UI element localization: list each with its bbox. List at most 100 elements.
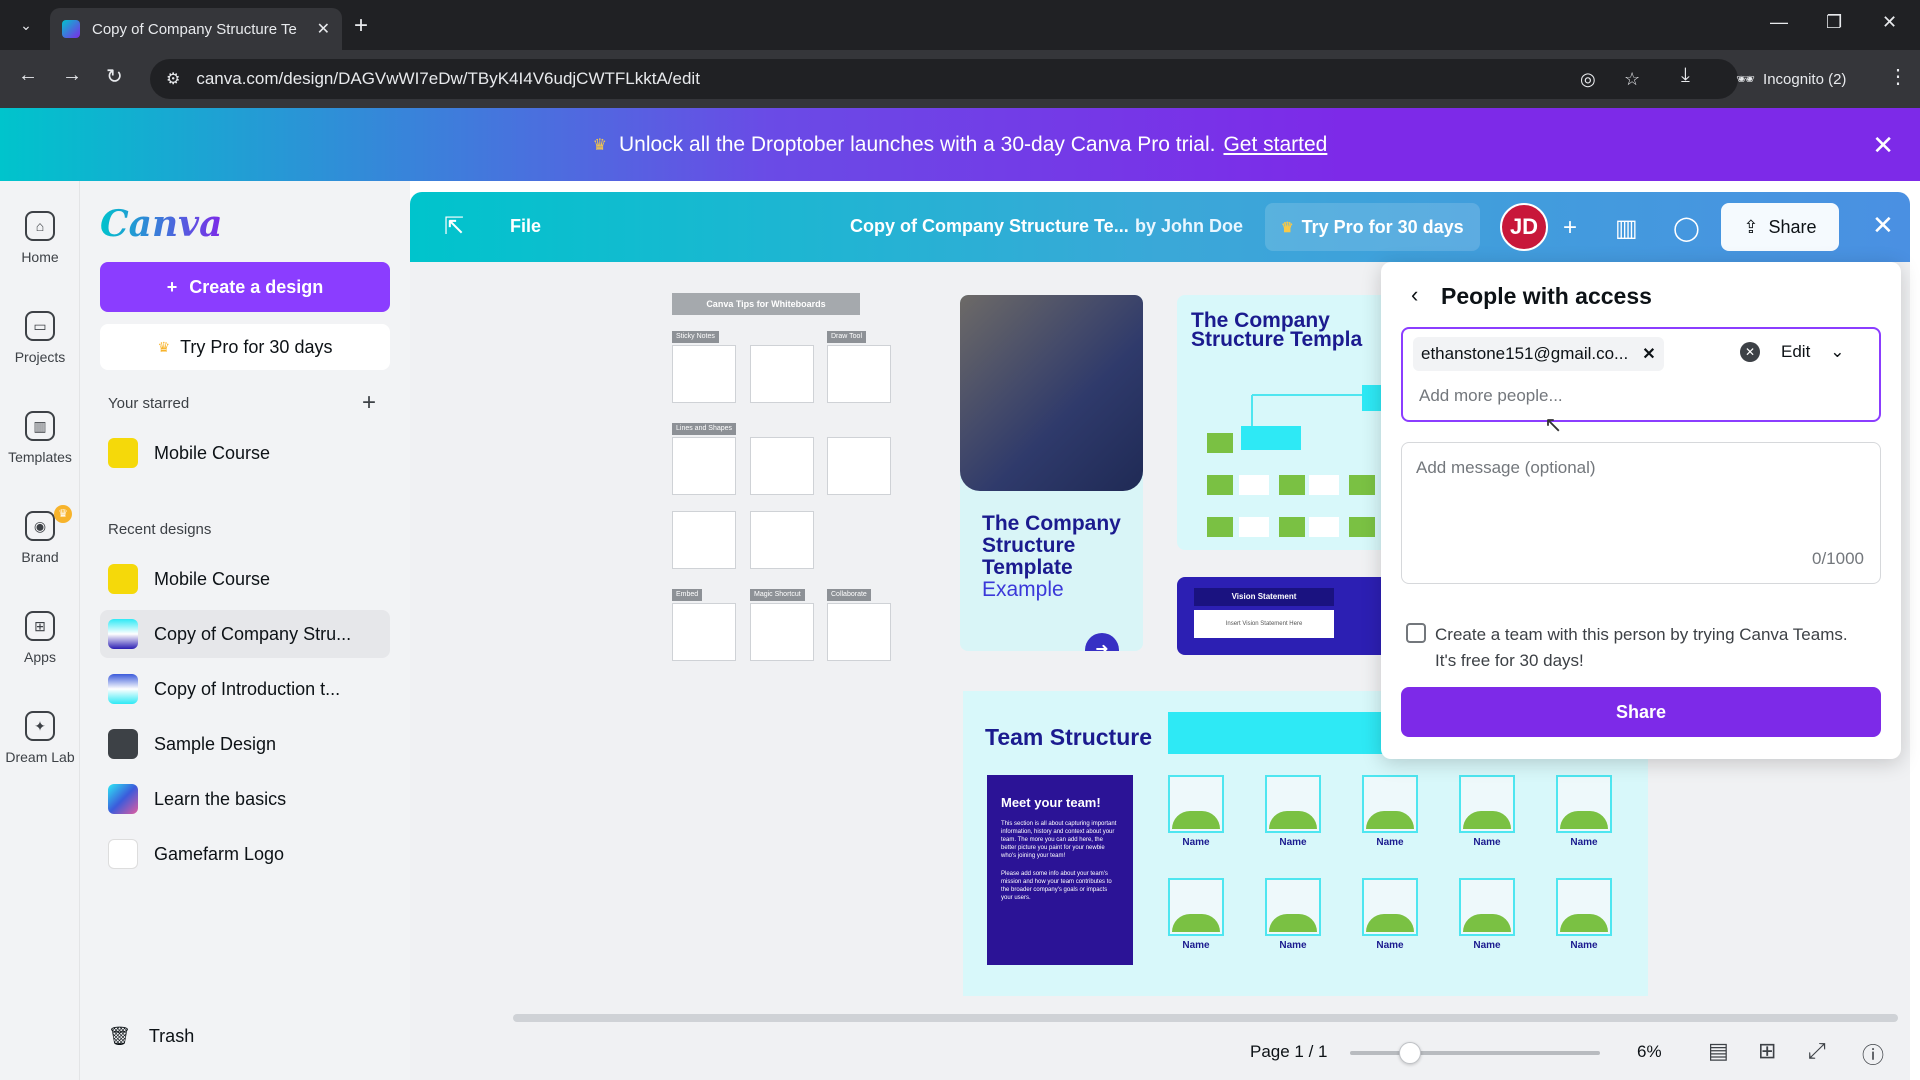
cover-title-text: The Company Structure Template	[982, 512, 1121, 579]
item-label: Sample Design	[154, 733, 277, 754]
member-photo	[1556, 878, 1612, 936]
window-close-icon[interactable]: ✕	[1882, 12, 1897, 33]
templates-icon: ▥	[25, 411, 55, 441]
file-menu[interactable]: File	[510, 216, 541, 237]
design-thumbnail	[108, 839, 138, 869]
message-textarea[interactable]: Add message (optional) 0/1000	[1401, 442, 1881, 584]
add-people-input[interactable]: Add more people...	[1419, 386, 1563, 406]
invitee-email: ethanstone151@gmail.co...	[1421, 344, 1629, 363]
page-indicator[interactable]: Page 1 / 1	[1250, 1042, 1328, 1062]
new-tab-icon[interactable]: +	[354, 12, 368, 40]
insights-icon[interactable]: ▥	[1615, 214, 1638, 243]
notes-icon[interactable]: ▤	[1708, 1038, 1729, 1064]
share-button[interactable]: ⇪ Share	[1721, 203, 1839, 251]
download-icon[interactable]: ⤓	[1681, 64, 1690, 87]
recent-item[interactable]: Sample Design	[100, 720, 390, 768]
try-pro-topbar-button[interactable]: ♛ Try Pro for 30 days	[1265, 203, 1480, 251]
back-icon[interactable]: ←	[18, 64, 38, 87]
permission-dropdown[interactable]: Edit ⌄	[1781, 342, 1845, 362]
invitee-chip[interactable]: ethanstone151@gmail.co... ✕	[1413, 337, 1664, 371]
create-team-text: Create a team with this person by trying…	[1435, 625, 1848, 670]
sidebar: Canva + Create a design ♛ Try Pro for 30…	[80, 181, 410, 1080]
browser-menu-icon[interactable]: ⋮	[1888, 64, 1908, 89]
open-external-icon[interactable]: ⇱	[444, 212, 464, 241]
starred-heading: Your starred	[108, 395, 190, 412]
item-label: Mobile Course	[154, 442, 271, 463]
reload-icon[interactable]: ↻	[106, 64, 123, 89]
starred-item[interactable]: Mobile Course	[100, 429, 390, 477]
chevron-down-icon: ⌄	[1830, 342, 1845, 361]
recent-heading: Recent designs	[108, 521, 212, 538]
canva-logo[interactable]: Canva	[100, 203, 222, 245]
rail-apps[interactable]: ⊞ Apps	[0, 611, 80, 665]
browser-tab[interactable]: Copy of Company Structure Te ✕	[50, 8, 342, 50]
cover-card[interactable]: The Company Structure Template Example ➜	[960, 295, 1143, 651]
team-photo	[960, 295, 1143, 491]
browser-tab-bar: ⌄ Copy of Company Structure Te ✕ + — ❐ ✕	[0, 0, 1920, 50]
add-starred-icon[interactable]: +	[362, 389, 376, 417]
create-design-button[interactable]: + Create a design	[100, 262, 390, 312]
restore-icon[interactable]: ❐	[1826, 12, 1842, 33]
member-name: Name	[1376, 837, 1404, 848]
crown-icon: ♛	[1281, 218, 1294, 235]
member-name: Name	[1279, 940, 1307, 951]
grid-view-icon[interactable]: ⊞	[1758, 1038, 1776, 1064]
rail-templates[interactable]: ▥ Templates	[0, 411, 80, 465]
remove-invitee-icon[interactable]: ✕	[1642, 344, 1655, 364]
site-info-icon[interactable]: ⚙	[166, 69, 180, 89]
editor-topbar: ⇱ File Copy of Company Structure Te... b…	[410, 192, 1910, 262]
tab-search-dropdown[interactable]: ⌄	[8, 9, 44, 41]
rail-home[interactable]: ⌂ Home	[0, 211, 80, 265]
recent-item[interactable]: Gamefarm Logo	[100, 830, 390, 878]
banner-close-icon[interactable]: ✕	[1872, 130, 1894, 161]
comment-icon[interactable]: ◯	[1673, 214, 1700, 243]
recent-item[interactable]: Learn the basics	[100, 775, 390, 823]
char-counter: 0/1000	[1812, 549, 1864, 568]
crown-icon: ♛	[592, 136, 607, 154]
forward-icon[interactable]: →	[62, 64, 82, 87]
back-chevron-icon[interactable]: ‹	[1411, 282, 1418, 308]
help-icon[interactable]: ⓘ	[1862, 1038, 1884, 1070]
member-name: Name	[1279, 837, 1307, 848]
incognito-indicator[interactable]: 🕶 Incognito (2)	[1724, 59, 1866, 99]
share-submit-button[interactable]: Share	[1401, 687, 1881, 737]
recent-item-active[interactable]: Copy of Company Stru...	[100, 610, 390, 658]
horizontal-scrollbar[interactable]	[513, 1014, 1898, 1022]
bookmark-star-icon[interactable]: ☆	[1624, 69, 1640, 90]
avatar[interactable]: JD	[1500, 203, 1548, 251]
browser-toolbar: ← → ↻ ⚙ canva.com/design/DAGVwWI7eDw/TBy…	[0, 50, 1920, 108]
zoom-level[interactable]: 6%	[1637, 1042, 1662, 1062]
vision-body: Insert Vision Statement Here	[1194, 610, 1334, 638]
eye-off-icon[interactable]: ◎	[1580, 69, 1596, 90]
zoom-slider[interactable]	[1350, 1042, 1600, 1064]
tips-label: Draw Tool	[827, 331, 866, 343]
tab-title: Copy of Company Structure Te	[92, 20, 297, 38]
recent-item[interactable]: Copy of Introduction t...	[100, 665, 390, 713]
rail-dream-lab[interactable]: ✦ Dream Lab	[0, 711, 80, 765]
clear-all-icon[interactable]: ✕	[1740, 342, 1760, 362]
recent-item[interactable]: Mobile Course	[100, 555, 390, 603]
mouse-cursor-icon: ↖	[1544, 412, 1563, 437]
landscape-icon	[1366, 811, 1414, 829]
try-pro-button[interactable]: ♛ Try Pro for 30 days	[100, 324, 390, 370]
document-title[interactable]: Copy of Company Structure Te...	[850, 216, 1129, 237]
address-bar[interactable]: ⚙ canva.com/design/DAGVwWI7eDw/TByK4I4V6…	[150, 59, 1738, 99]
rail-brand[interactable]: ◉ ♛ Brand	[0, 505, 80, 565]
meet-paragraph: Please add some info about your team's m…	[1001, 871, 1112, 901]
minimize-icon[interactable]: —	[1770, 12, 1788, 33]
create-team-checkbox[interactable]	[1406, 623, 1426, 643]
add-collaborator-icon[interactable]: +	[1563, 214, 1577, 242]
close-editor-icon[interactable]: ✕	[1872, 210, 1894, 241]
fullscreen-icon[interactable]: ⤢	[1808, 1038, 1826, 1064]
design-thumbnail	[108, 674, 138, 704]
invite-field[interactable]: ethanstone151@gmail.co... ✕ ✕ Edit ⌄ Add…	[1401, 327, 1881, 422]
rail-label: Brand	[21, 549, 59, 565]
zoom-slider-knob[interactable]	[1399, 1042, 1421, 1064]
bottom-bar: Page 1 / 1 6% ▤ ⊞ ⤢ ⓘ	[410, 1022, 1910, 1080]
trash-link[interactable]: 🗑 Trash	[108, 1026, 194, 1047]
rail-projects[interactable]: ▭ Projects	[0, 311, 80, 365]
get-started-link[interactable]: Get started	[1223, 133, 1327, 157]
member-photo	[1168, 878, 1224, 936]
tip-card	[672, 437, 736, 495]
tab-close-icon[interactable]: ✕	[317, 19, 330, 39]
